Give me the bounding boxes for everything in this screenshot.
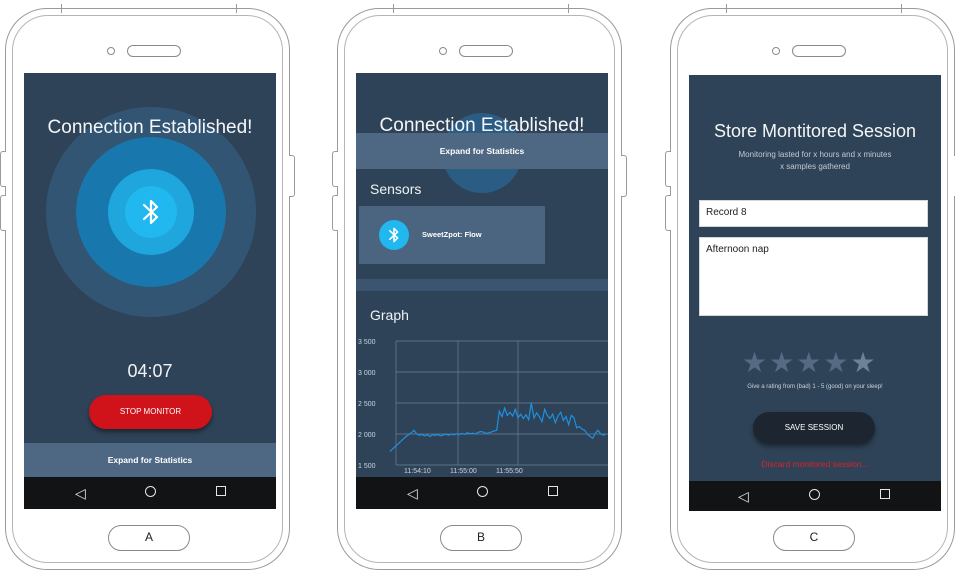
stop-monitor-button[interactable]: STOP MONITOR xyxy=(89,395,212,429)
phone-mockup-c: Store Montitored Session Monitoring last… xyxy=(665,4,955,570)
home-circle-icon[interactable] xyxy=(145,486,156,497)
rating-hint: Give a rating from (bad) 1 - 5 (good) on… xyxy=(747,384,883,390)
graph-x-tick-label: 11:55:50 xyxy=(496,468,523,475)
volume-button xyxy=(0,151,6,187)
recents-square-icon[interactable] xyxy=(548,486,558,496)
discard-session-link[interactable]: Discard monitored session... xyxy=(689,459,941,469)
frame-tick xyxy=(726,4,728,13)
power-button xyxy=(621,155,627,197)
session-notes-textarea[interactable]: Afternoon nap xyxy=(699,237,928,316)
phone-screen-b: Connection Established! Expand for Stati… xyxy=(356,73,608,509)
connection-title: Connection Established! xyxy=(47,117,253,138)
earpiece-speaker xyxy=(459,45,513,57)
section-divider xyxy=(356,279,608,291)
home-circle-icon[interactable] xyxy=(477,486,488,497)
phone-screen-c: Store Montitored Session Monitoring last… xyxy=(689,75,941,511)
recents-square-icon[interactable] xyxy=(880,489,890,499)
bluetooth-icon xyxy=(142,199,159,225)
recents-square-icon[interactable] xyxy=(216,486,226,496)
star-icon-3[interactable]: ★ xyxy=(796,349,821,377)
front-camera xyxy=(107,47,115,55)
save-session-button[interactable]: SAVE SESSION xyxy=(753,412,875,444)
frame-tick xyxy=(568,4,570,13)
sample-count-text: x samples gathered xyxy=(780,162,850,171)
home-button-label-b: B xyxy=(440,525,522,551)
bluetooth-button[interactable] xyxy=(125,186,177,238)
star-icon-5[interactable]: ★ xyxy=(850,349,875,377)
session-duration-text: Monitoring lasted for x hours and x minu… xyxy=(738,150,892,159)
frame-tick xyxy=(61,4,63,13)
graph-y-tick-label: 2 000 xyxy=(358,432,376,439)
volume-button xyxy=(665,151,671,187)
phone-mockup-b: Connection Established! Expand for Stati… xyxy=(332,4,627,570)
graph-y-tick-label: 3 000 xyxy=(358,370,376,377)
graph-y-tick-label: 3 500 xyxy=(358,339,376,346)
graph-y-tick-label: 2 500 xyxy=(358,401,376,408)
phone-mockup-a: Connection Established! 04:07 STOP MONIT… xyxy=(0,4,295,570)
graph-x-tick-label: 11:54:10 xyxy=(404,468,431,475)
sensors-title: Sensors xyxy=(370,181,422,197)
android-nav-bar: ◁ xyxy=(689,481,941,511)
graph-y-tick-label: 1 500 xyxy=(358,463,376,470)
star-icon-4[interactable]: ★ xyxy=(823,349,848,377)
sensor-bluetooth-badge xyxy=(379,220,409,250)
android-nav-bar: ◁ xyxy=(24,477,276,509)
earpiece-speaker xyxy=(127,45,181,57)
front-camera xyxy=(439,47,447,55)
sensor-card[interactable]: SweetZpot: Flow xyxy=(359,206,545,264)
graph-title: Graph xyxy=(370,307,409,323)
session-name-input[interactable]: Record 8 xyxy=(699,200,928,227)
sensor-graph: 3 500 3 000 2 500 2 000 1 500 11:54:10 11:55:0… xyxy=(358,339,608,475)
graph-x-tick-label: 11:55:00 xyxy=(450,468,477,475)
frame-tick xyxy=(236,4,238,13)
star-rating: ★ ★ ★ ★ ★ xyxy=(742,349,876,377)
frame-tick xyxy=(901,4,903,13)
session-timer: 04:07 xyxy=(127,361,173,381)
back-icon[interactable]: ◁ xyxy=(75,485,86,501)
back-icon[interactable]: ◁ xyxy=(738,488,749,504)
store-session-title: Store Montitored Session xyxy=(713,121,917,141)
home-circle-icon[interactable] xyxy=(809,489,820,500)
sensor-name: SweetZpot: Flow xyxy=(422,230,482,239)
back-icon[interactable]: ◁ xyxy=(407,485,418,501)
graph-series-line xyxy=(389,402,607,452)
expand-statistics-bar[interactable]: Expand for Statistics xyxy=(356,133,608,169)
front-camera xyxy=(772,47,780,55)
frame-tick xyxy=(393,4,395,13)
star-icon-1[interactable]: ★ xyxy=(742,349,767,377)
earpiece-speaker xyxy=(792,45,846,57)
volume-button xyxy=(665,195,671,231)
power-button xyxy=(289,155,295,197)
home-button-label-c: C xyxy=(773,525,855,551)
android-nav-bar: ◁ xyxy=(356,477,608,509)
star-icon-2[interactable]: ★ xyxy=(769,349,794,377)
bluetooth-icon xyxy=(389,227,399,243)
volume-button xyxy=(332,195,338,231)
volume-button xyxy=(0,195,6,231)
expand-statistics-bar[interactable]: Expand for Statistics xyxy=(24,443,276,477)
volume-button xyxy=(332,151,338,187)
home-button-label-a: A xyxy=(108,525,190,551)
phone-screen-a: Connection Established! 04:07 STOP MONIT… xyxy=(24,73,276,509)
